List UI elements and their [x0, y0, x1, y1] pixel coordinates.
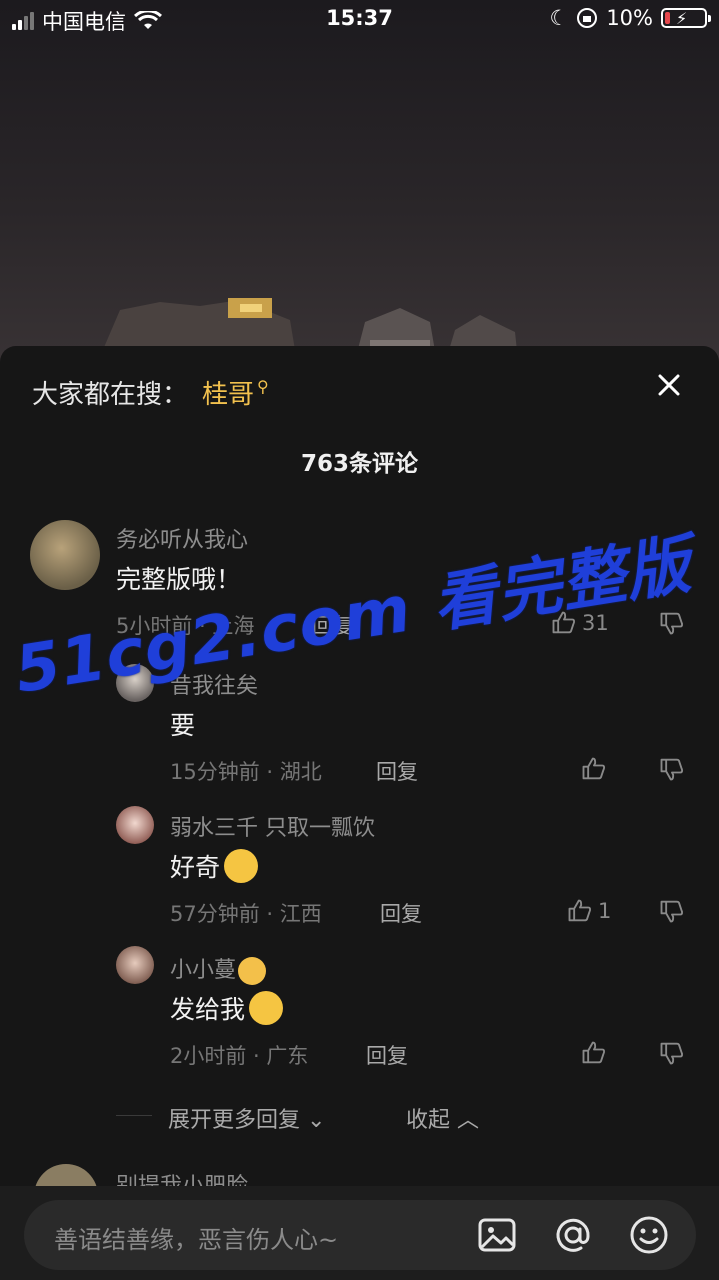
laughing-emoji-icon: [224, 849, 259, 883]
chevron-down-icon: ⌄: [307, 1108, 326, 1133]
comment-count: 763条评论: [300, 451, 418, 477]
dislike-button[interactable]: [658, 896, 686, 926]
thumbs-down-icon: [660, 758, 684, 781]
like-button[interactable]: 1: [566, 896, 611, 926]
thumbs-down-icon: [660, 1042, 684, 1065]
comment-username[interactable]: 务必听从我心: [116, 522, 248, 554]
emoji-icon[interactable]: [628, 1214, 670, 1256]
comment-text: 好奇: [170, 848, 259, 886]
reply-button[interactable]: 回复: [366, 1040, 408, 1070]
battery-icon: ⚡: [661, 8, 711, 28]
reply-button[interactable]: 回复: [376, 756, 418, 786]
thumbs-down-icon: [660, 612, 684, 635]
dislike-button[interactable]: [658, 1038, 686, 1068]
expand-replies-button[interactable]: 展开更多回复 ⌄: [168, 1102, 325, 1134]
mention-icon[interactable]: [552, 1214, 594, 1256]
dislike-button[interactable]: [658, 754, 686, 784]
close-button[interactable]: [649, 368, 689, 408]
search-icon: ⚲: [257, 377, 269, 396]
like-button[interactable]: [580, 754, 608, 784]
avatar[interactable]: [116, 946, 154, 984]
thumbs-up-icon: [582, 757, 606, 780]
status-bar: 中国电信 15:37 ☾ 10% ⚡: [0, 0, 719, 40]
battery-percent: 10%: [606, 6, 653, 30]
image-icon[interactable]: [476, 1214, 518, 1256]
video-background[interactable]: [0, 0, 719, 380]
thumbs-up-icon: [568, 899, 592, 922]
comment-username[interactable]: 弱水三千 只取一瓢饮: [170, 810, 375, 842]
comment-text-content: 发给我: [170, 995, 246, 1024]
comment-input[interactable]: 善语结善缘，恶言伤人心~: [24, 1200, 696, 1270]
like-count: 1: [598, 899, 612, 923]
collapse-replies-button[interactable]: 收起 ︿: [406, 1102, 479, 1134]
comment-text-content: 好奇: [170, 853, 221, 882]
comment-text: 要: [170, 711, 196, 740]
comment-text: 发给我: [170, 990, 284, 1028]
trending-search[interactable]: 大家都在搜： 桂哥 ⚲: [32, 374, 269, 411]
divider: [116, 1115, 152, 1116]
avatar[interactable]: [116, 806, 154, 844]
close-icon: [658, 374, 680, 396]
chevron-up-icon: ︿: [457, 1108, 480, 1133]
dislike-button[interactable]: [658, 608, 686, 638]
comment-username[interactable]: 小小蔓: [170, 952, 267, 985]
thumbs-up-icon: [582, 1041, 606, 1064]
trending-search-prefix: 大家都在搜：: [32, 380, 189, 410]
comment-username-text: 小小蔓: [170, 958, 237, 983]
avatar[interactable]: [30, 520, 100, 590]
expand-replies-label: 展开更多回复: [168, 1108, 301, 1133]
like-button[interactable]: [580, 1038, 608, 1068]
comment-sheet: 大家都在搜： 桂哥 ⚲ 763条评论 务必听从我心 完整版哦！ 5小时前 · 上…: [0, 346, 719, 1280]
thumbs-down-icon: [660, 900, 684, 923]
comment-meta: 57分钟前 · 江西: [170, 902, 322, 926]
trending-search-term[interactable]: 桂哥: [202, 374, 254, 411]
collapse-replies-label: 收起: [406, 1108, 451, 1133]
moon-icon: ☾: [549, 6, 569, 30]
comment-input-bar: 善语结善缘，恶言伤人心~: [0, 1186, 719, 1280]
comment-input-placeholder: 善语结善缘，恶言伤人心~: [54, 1226, 339, 1254]
reply-button[interactable]: 回复: [380, 898, 422, 928]
thinking-emoji-icon: [249, 991, 284, 1025]
rotation-lock-icon: [577, 8, 598, 28]
comment-meta: 15分钟前 · 湖北: [170, 760, 322, 784]
girl-emoji-icon: [238, 957, 267, 985]
comment-meta: 2小时前 · 广东: [170, 1044, 309, 1068]
